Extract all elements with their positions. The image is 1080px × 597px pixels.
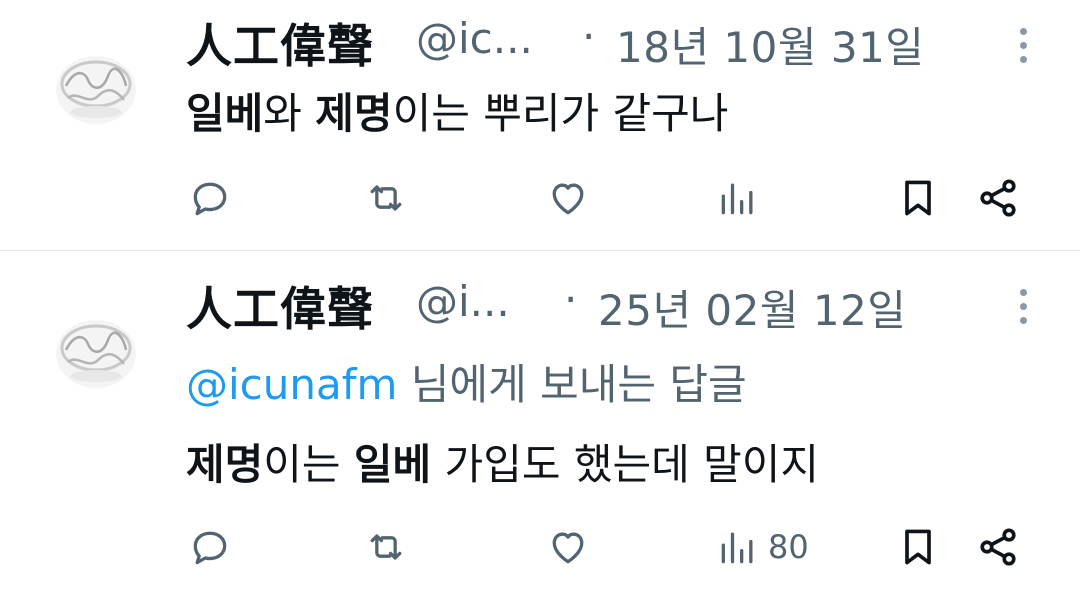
separator-dot: · — [564, 275, 578, 324]
reply-context-text: 님에게 보내는 답글 — [397, 360, 747, 409]
display-name[interactable]: 人工偉聲 — [186, 273, 374, 339]
tweet[interactable]: 人工偉聲 @ic... · 18년 10월 31일 일베와 제명이는 뿌리가 같… — [0, 0, 1080, 250]
bookmark-button[interactable] — [896, 517, 940, 577]
reply-button[interactable] — [188, 517, 232, 577]
ring-avatar-image — [56, 320, 136, 388]
bookmark-icon — [905, 180, 931, 216]
bar-chart-icon — [721, 532, 753, 564]
views-button[interactable] — [716, 168, 768, 228]
bookmark-button[interactable] — [896, 168, 940, 228]
user-handle[interactable]: @ic... — [416, 14, 533, 63]
separator-dot: · — [582, 12, 596, 61]
retweet-button[interactable] — [364, 168, 408, 228]
more-vertical-icon[interactable] — [1018, 28, 1028, 70]
heart-icon — [552, 183, 584, 215]
avatar[interactable] — [48, 40, 144, 136]
retweet-icon — [370, 534, 402, 560]
tweet-actions: 80 — [0, 517, 1080, 577]
views-button[interactable]: 80 — [716, 517, 809, 577]
comment-icon — [193, 531, 227, 565]
text-part: 가입도 했는데 말이지 — [431, 440, 820, 489]
reply-context: @icunafm 님에게 보내는 답글 — [186, 351, 747, 412]
text-part: 일베 — [353, 440, 432, 489]
share-button[interactable] — [976, 517, 1020, 577]
text-part: 이는 — [263, 440, 354, 489]
more-vertical-icon[interactable] — [1018, 289, 1028, 331]
text-part: 일베 — [186, 89, 264, 138]
display-name[interactable]: 人工偉聲 — [186, 10, 374, 76]
bar-chart-icon — [721, 183, 753, 215]
heart-icon — [552, 532, 584, 564]
like-button[interactable] — [546, 517, 590, 577]
text-part: 제명 — [186, 440, 264, 489]
avatar[interactable] — [48, 304, 144, 400]
reply-button[interactable] — [188, 168, 232, 228]
tweet-actions — [0, 168, 1080, 228]
comment-icon — [193, 182, 227, 216]
share-icon — [980, 179, 1016, 217]
tweet-date[interactable]: 18년 10월 31일 — [616, 14, 924, 75]
text-part: 제명 — [315, 89, 393, 138]
retweet-icon — [370, 185, 402, 211]
tweet[interactable]: 人工偉聲 @i... · 25년 02월 12일 @icunafm 님에게 보내… — [0, 251, 1080, 597]
share-button[interactable] — [976, 168, 1020, 228]
user-handle[interactable]: @i... — [416, 277, 510, 326]
retweet-button[interactable] — [364, 517, 408, 577]
tweet-text: 제명이는 일베 가입도 했는데 말이지 — [186, 431, 819, 492]
tweet-text: 일베와 제명이는 뿌리가 같구나 — [186, 80, 728, 141]
bookmark-icon — [905, 529, 931, 565]
views-count: 80 — [768, 528, 809, 566]
text-part: 와 — [263, 89, 316, 138]
tweet-date[interactable]: 25년 02월 12일 — [598, 277, 906, 338]
ring-avatar-image — [56, 56, 136, 124]
text-part: 이는 뿌리가 같구나 — [392, 89, 729, 138]
share-icon — [980, 528, 1016, 566]
reply-mention-link[interactable]: @icunafm — [186, 360, 397, 409]
like-button[interactable] — [546, 168, 590, 228]
